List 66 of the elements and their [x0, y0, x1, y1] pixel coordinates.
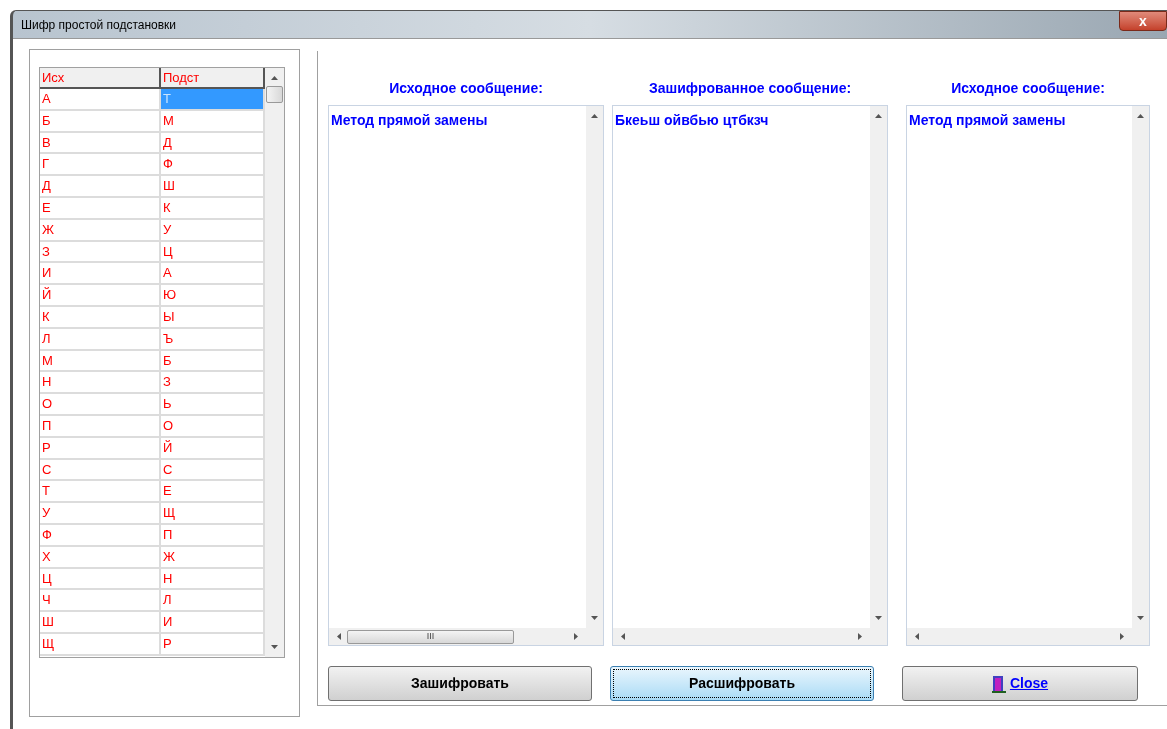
table-cell: В	[40, 132, 161, 155]
scroll-right-icon[interactable]	[574, 633, 578, 640]
scroll-up-icon[interactable]	[591, 114, 598, 118]
table-cell: И	[40, 263, 161, 286]
memo-label: Зашифрованное сообщение:	[647, 78, 853, 98]
scroll-down-icon[interactable]	[591, 616, 598, 620]
table-cell: Б	[40, 110, 161, 133]
scroll-down-icon[interactable]	[875, 616, 882, 620]
column-header[interactable]: Исх	[40, 68, 161, 89]
message-box[interactable]: Метод прямой замены	[906, 105, 1150, 646]
table-cell: Ч	[40, 590, 161, 613]
window-title: Шифр простой подстановки	[21, 16, 177, 34]
horizontal-scrollbar[interactable]: III	[329, 628, 586, 645]
table-cell: Г	[40, 154, 161, 177]
close-button[interactable]: x	[1119, 11, 1167, 31]
scroll-thumb[interactable]	[266, 86, 283, 103]
action-button[interactable]: Зашифровать	[328, 666, 592, 701]
table-cell: Л	[40, 328, 161, 351]
table-cell: Ж	[40, 219, 161, 242]
table-cell: Ш	[40, 612, 161, 634]
vertical-scrollbar[interactable]	[870, 106, 887, 628]
table-cell: Е	[40, 198, 161, 220]
message-box[interactable]: Метод прямой замены III	[328, 105, 604, 646]
table-cell: Ц	[40, 568, 161, 591]
scroll-left-icon[interactable]	[915, 633, 919, 640]
scroll-up-icon[interactable]	[271, 76, 278, 80]
vertical-scrollbar[interactable]	[1132, 106, 1149, 628]
horizontal-scrollbar[interactable]	[613, 628, 870, 645]
action-button[interactable]: Расшифровать	[610, 666, 874, 701]
table-cell: М	[40, 350, 161, 373]
memo-label: Исходное сообщение:	[950, 78, 1106, 98]
message-box[interactable]: Бкеьш ойвбью цтбкзч	[612, 105, 888, 646]
scroll-left-icon[interactable]	[621, 633, 625, 640]
close-button[interactable]: Close	[902, 666, 1138, 701]
table-cell: О	[40, 394, 161, 416]
scroll-up-icon[interactable]	[875, 114, 882, 118]
table-cell: Д	[40, 176, 161, 198]
scroll-down-icon[interactable]	[1137, 616, 1144, 620]
table-cell: З	[40, 241, 161, 264]
scroll-thumb[interactable]: III	[347, 629, 514, 644]
table-cell: Й	[40, 285, 161, 307]
table-cell: Р	[40, 437, 161, 460]
table-cell: Т	[40, 481, 161, 504]
vertical-scrollbar[interactable]	[265, 68, 284, 657]
table-cell: Н	[40, 372, 161, 395]
table-cell: С	[40, 459, 161, 482]
table-cell: К	[40, 306, 161, 329]
horizontal-scrollbar[interactable]	[907, 628, 1132, 645]
table-cell: Ф	[40, 524, 161, 547]
scroll-up-icon[interactable]	[1137, 114, 1144, 118]
scroll-down-icon[interactable]	[271, 645, 278, 649]
message-text: Метод прямой замены	[908, 111, 1067, 130]
scroll-right-icon[interactable]	[1120, 633, 1124, 640]
substitution-table[interactable]: Исх Подст А Т Б М В Д Г Ф Д Ш Е К Ж У З Ц И А Й Ю К Ы Л Ъ М Б Н З О Ь П О Р Й С С Т Е У Щ Ф П Х Ж Ц Н Ч Л Ш И Щ Р	[39, 67, 285, 658]
table-cell: У	[40, 503, 161, 525]
scroll-left-icon[interactable]	[337, 633, 341, 640]
message-text: Метод прямой замены	[330, 111, 489, 130]
door-exit-icon	[991, 674, 1006, 693]
table-cell: П	[40, 415, 161, 438]
memo-label: Исходное сообщение:	[388, 78, 544, 98]
vertical-scrollbar[interactable]	[586, 106, 603, 628]
table-cell: Щ	[40, 633, 161, 656]
message-text: Бкеьш ойвбью цтбкзч	[614, 111, 770, 130]
table-cell[interactable]: Т	[161, 89, 265, 111]
table-cell: Х	[40, 546, 161, 569]
scroll-right-icon[interactable]	[858, 633, 862, 640]
